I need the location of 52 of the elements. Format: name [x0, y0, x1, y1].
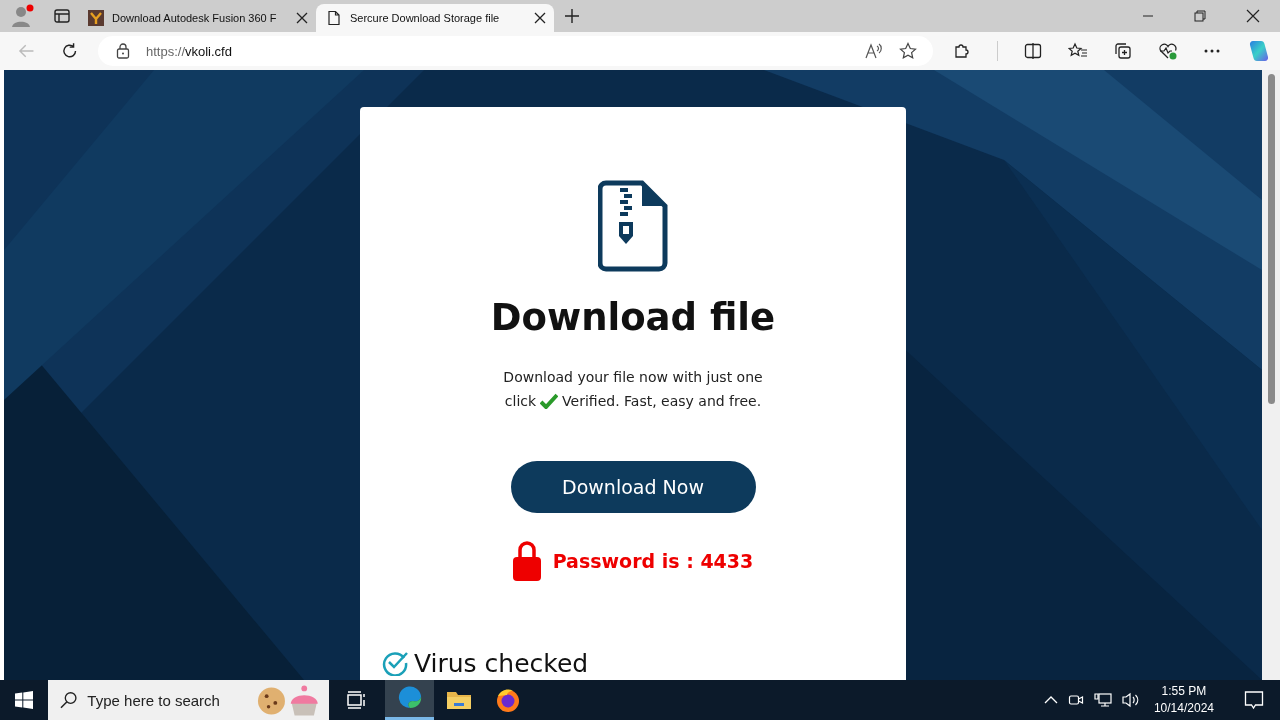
section-heading: Virus checked	[414, 648, 589, 678]
scrollbar-thumb[interactable]	[1267, 74, 1275, 404]
tab-title: Download Autodesk Fusion 360 F	[112, 12, 278, 24]
page-icon	[326, 10, 342, 26]
url-text: https://vkoli.cfd	[145, 43, 233, 59]
address-bar[interactable]: https://vkoli.cfd	[97, 36, 933, 66]
tab-actions-icon[interactable]	[54, 8, 70, 24]
network-icon	[1093, 692, 1112, 708]
browser-tab[interactable]: Sercure Download Storage file	[316, 4, 554, 32]
windows-icon	[15, 691, 33, 709]
favorites-icon[interactable]	[1068, 42, 1088, 60]
browser-tab[interactable]: Download Autodesk Fusion 360 F	[78, 4, 316, 32]
download-button[interactable]: Download Now	[510, 460, 756, 513]
profile-icon[interactable]	[10, 3, 36, 29]
page-heading: Download file	[490, 298, 776, 339]
chevron-up-icon	[1043, 695, 1058, 705]
task-view-icon	[347, 691, 367, 709]
volume-icon	[1121, 692, 1140, 708]
cookie-cupcake-drawing	[257, 683, 321, 717]
zip-file-icon	[598, 180, 668, 272]
split-screen-icon[interactable]	[1024, 42, 1042, 60]
notification-icon	[1244, 690, 1264, 710]
checked-circle-icon	[382, 650, 408, 677]
refresh-icon[interactable]	[60, 42, 78, 60]
more-icon[interactable]	[1204, 49, 1220, 53]
verified-text: Verified. Fast, easy and free.	[562, 392, 762, 409]
description-text: Download your file now with just one	[502, 367, 764, 387]
restore-icon[interactable]	[1194, 10, 1206, 22]
description-text: click	[504, 392, 537, 409]
camera-icon	[1067, 692, 1084, 708]
clock-date: 10/14/2024	[1153, 700, 1214, 717]
close-icon[interactable]	[296, 12, 308, 24]
new-tab-icon[interactable]	[564, 8, 580, 24]
clock-time: 1:55 PM	[1161, 683, 1207, 700]
taskbar-app[interactable]	[385, 680, 434, 720]
tab-title: Sercure Download Storage file	[350, 12, 501, 24]
scrollbar[interactable]	[1262, 70, 1280, 680]
read-aloud-icon[interactable]	[865, 42, 883, 60]
check-icon	[540, 392, 559, 409]
taskbar-search-field[interactable]: Type here to search	[87, 691, 248, 709]
favorite-icon[interactable]	[899, 42, 917, 60]
taskbar-clock[interactable]: 1:55 PM 10/14/2024	[1153, 683, 1214, 717]
tab-favicon	[88, 10, 104, 26]
heartbeat-icon[interactable]	[1158, 42, 1178, 60]
lock-icon	[115, 43, 130, 59]
close-icon[interactable]	[1246, 9, 1260, 23]
collections-icon[interactable]	[1114, 42, 1132, 60]
password-text: Password is : 4433	[552, 549, 754, 572]
close-icon[interactable]	[534, 12, 546, 24]
search-icon	[60, 691, 78, 709]
extensions-icon[interactable]	[953, 42, 971, 60]
padlock-icon	[512, 540, 541, 581]
